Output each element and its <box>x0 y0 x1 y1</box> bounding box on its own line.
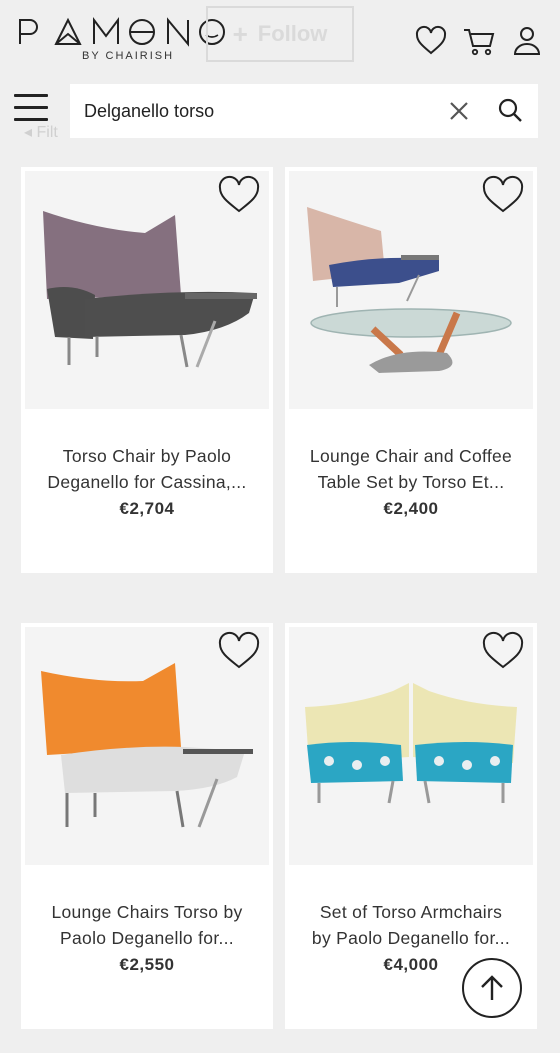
pamono-logo[interactable]: BY CHAIRISH <box>16 14 226 64</box>
cart-icon[interactable] <box>462 24 496 58</box>
scroll-to-top-button[interactable] <box>462 958 522 1018</box>
product-title[interactable]: Set of Torso Armchairs by Paolo Deganell… <box>299 899 523 951</box>
favorite-heart-icon[interactable] <box>481 631 525 671</box>
favorite-heart-icon[interactable] <box>217 631 261 671</box>
search-row: ◂ Filt <box>0 84 560 141</box>
favorite-heart-icon[interactable] <box>481 175 525 215</box>
product-title[interactable]: Lounge Chairs Torso by Paolo Deganello f… <box>35 899 259 951</box>
filter-link[interactable]: ◂ Filt <box>24 122 58 142</box>
plus-icon: + <box>232 18 248 49</box>
user-icon[interactable] <box>510 24 544 58</box>
clear-search-icon[interactable] <box>446 98 472 124</box>
product-price: €2,400 <box>383 499 439 518</box>
search-icon[interactable] <box>496 96 524 124</box>
follow-button[interactable]: + Follow <box>206 6 354 62</box>
arrow-up-icon <box>481 975 503 1000</box>
product-price: €2,550 <box>119 955 175 974</box>
search-input[interactable] <box>84 84 434 138</box>
wishlist-heart-icon[interactable] <box>414 24 448 58</box>
follow-label: Follow <box>257 21 328 46</box>
logo-subtitle: BY CHAIRISH <box>82 50 175 62</box>
favorite-heart-icon[interactable] <box>217 175 261 215</box>
product-card[interactable]: Torso Chair by Paolo Deganello for Cassi… <box>21 167 273 573</box>
product-price: €2,704 <box>119 499 175 518</box>
product-title[interactable]: Lounge Chair and Coffee Table Set by Tor… <box>299 443 523 495</box>
product-title[interactable]: Torso Chair by Paolo Deganello for Cassi… <box>35 443 259 495</box>
logo-wordmark <box>19 17 225 47</box>
search-box <box>70 84 538 138</box>
site-header: BY CHAIRISH + Follow <box>0 0 560 70</box>
product-card[interactable]: Lounge Chairs Torso by Paolo Deganello f… <box>21 623 273 1029</box>
product-card[interactable]: Lounge Chair and Coffee Table Set by Tor… <box>285 167 537 573</box>
menu-hamburger-icon[interactable] <box>14 94 48 124</box>
